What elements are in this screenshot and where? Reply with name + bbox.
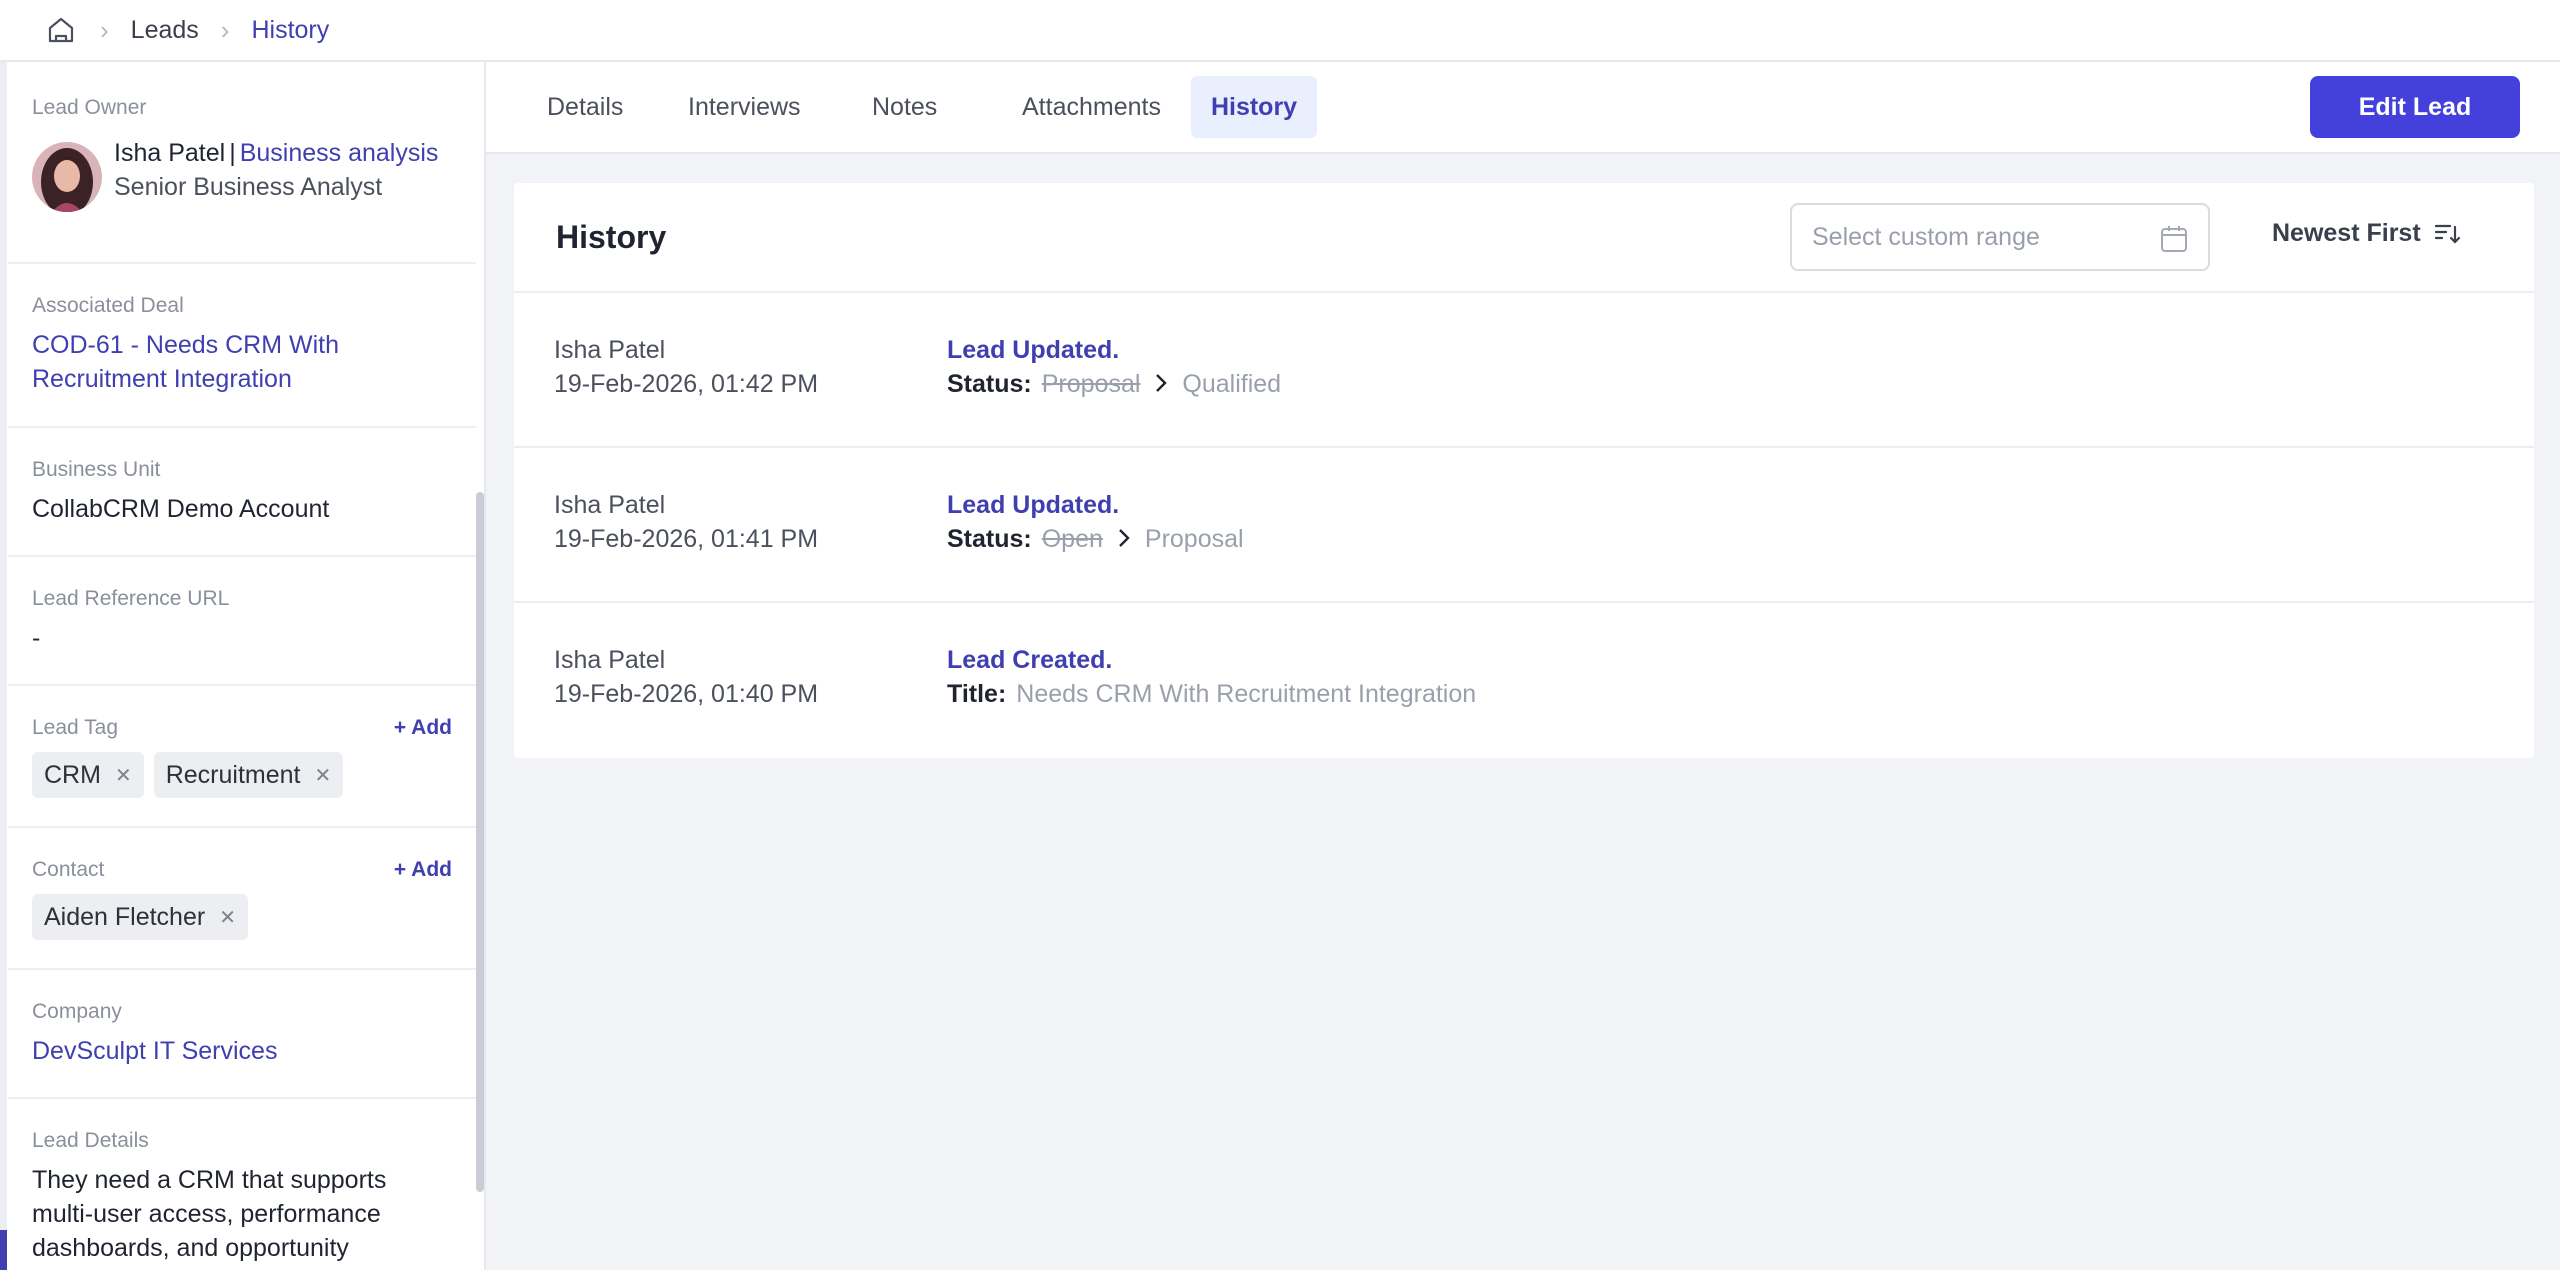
- lead-reference-url-section: Lead Reference URL -: [8, 557, 476, 686]
- avatar: [32, 142, 102, 212]
- sidebar-edge: [0, 62, 7, 1270]
- tab-attachments[interactable]: Attachments: [1002, 76, 1181, 138]
- entry-action: Lead Created.: [947, 646, 1113, 674]
- chevron-right-icon: ›: [100, 14, 109, 45]
- close-icon[interactable]: ✕: [314, 763, 331, 788]
- add-lead-tag-button[interactable]: + Add: [394, 716, 452, 740]
- breadcrumb: › Leads › History: [0, 0, 2560, 62]
- entry-timestamp: 19-Feb-2026, 01:41 PM: [554, 525, 819, 553]
- edit-lead-button[interactable]: Edit Lead: [2310, 76, 2520, 138]
- tab-interviews[interactable]: Interviews: [668, 76, 821, 138]
- entry-new-value: Proposal: [1144, 525, 1244, 553]
- lead-owner-label: Lead Owner: [32, 96, 147, 119]
- tabs-bar: Details Interviews Notes Attachments His…: [486, 62, 2560, 154]
- lead-tag-section: Lead Tag + Add CRM ✕ Recruitment ✕: [8, 686, 476, 828]
- entry-action: Lead Updated.: [947, 336, 1120, 364]
- lead-reference-url-label: Lead Reference URL: [32, 587, 230, 610]
- contact-chip: Aiden Fletcher ✕: [32, 894, 248, 940]
- entry-field: Title:: [947, 680, 1007, 708]
- entry-new-value: Qualified: [1182, 370, 1282, 398]
- company-label: Company: [32, 1000, 122, 1023]
- chevron-right-icon: [1154, 368, 1168, 402]
- sort-label: Newest First: [2272, 219, 2421, 247]
- entry-action: Lead Updated.: [947, 491, 1120, 519]
- lead-details-section: Lead Details They need a CRM that suppor…: [8, 1099, 476, 1270]
- entry-timestamp: 19-Feb-2026, 01:42 PM: [554, 370, 819, 398]
- lead-reference-url-value: -: [32, 624, 41, 652]
- entry-old-value: Open: [1041, 525, 1103, 553]
- entry-timestamp: 19-Feb-2026, 01:40 PM: [554, 680, 819, 708]
- business-unit-section: Business Unit CollabCRM Demo Account: [8, 428, 476, 557]
- owner-role: Senior Business Analyst: [114, 173, 383, 201]
- owner-separator: |: [229, 139, 236, 167]
- breadcrumb-history: History: [251, 15, 330, 44]
- history-card-header: History Newest First: [514, 183, 2534, 293]
- history-entry: Isha Patel 19-Feb-2026, 01:42 PM Lead Up…: [514, 293, 2534, 448]
- contact-section: Contact + Add Aiden Fletcher ✕: [8, 828, 476, 970]
- owner-name: Isha Patel: [114, 139, 226, 167]
- entry-user: Isha Patel: [554, 491, 666, 519]
- owner-department-link[interactable]: Business analysis: [240, 139, 439, 167]
- tab-history[interactable]: History: [1191, 76, 1317, 138]
- history-entry: Isha Patel 19-Feb-2026, 01:40 PM Lead Cr…: [514, 603, 2534, 758]
- add-contact-button[interactable]: + Add: [394, 858, 452, 882]
- lead-tag-label: Lead Tag: [32, 716, 119, 739]
- lead-details-label: Lead Details: [32, 1129, 149, 1152]
- sidebar-edge-accent: [0, 1230, 7, 1270]
- associated-deal-section: Associated Deal COD-61 - Needs CRM With …: [8, 264, 476, 428]
- entry-user: Isha Patel: [554, 336, 666, 364]
- entry-field: Status:: [947, 370, 1032, 398]
- tab-details[interactable]: Details: [527, 76, 643, 138]
- entry-field: Status:: [947, 525, 1032, 553]
- chevron-right-icon: ›: [220, 14, 230, 45]
- breadcrumb-leads[interactable]: Leads: [131, 16, 199, 45]
- associated-deal-label: Associated Deal: [32, 294, 184, 317]
- tag-chip-recruitment: Recruitment ✕: [153, 752, 344, 798]
- lead-sidebar: Lead Owner Isha Patel | Business analysis …: [0, 62, 486, 1270]
- sort-descending-icon: [2434, 224, 2460, 244]
- tag-chip-label: Recruitment: [165, 760, 301, 789]
- business-unit-value: CollabCRM Demo Account: [32, 495, 330, 523]
- lead-details-value: They need a CRM that supports multi-user…: [32, 1166, 387, 1262]
- history-entry: Isha Patel 19-Feb-2026, 01:41 PM Lead Up…: [514, 448, 2534, 603]
- contact-label: Contact: [32, 858, 105, 881]
- date-range-field[interactable]: [1790, 203, 2210, 271]
- chevron-right-icon: [1117, 523, 1131, 557]
- home-icon[interactable]: [44, 13, 78, 47]
- date-range-input[interactable]: [1812, 222, 2142, 252]
- history-title: History: [556, 219, 667, 255]
- contact-chip-label: Aiden Fletcher: [44, 902, 206, 931]
- lead-owner-section: Lead Owner Isha Patel | Business analysis …: [8, 62, 476, 264]
- entry-old-value: Proposal: [1041, 370, 1141, 398]
- close-icon[interactable]: ✕: [219, 905, 236, 930]
- calendar-icon[interactable]: [2158, 223, 2190, 255]
- associated-deal-link[interactable]: COD-61 - Needs CRM With Recruitment Inte…: [32, 328, 452, 396]
- tag-chip-crm: CRM ✕: [32, 752, 144, 798]
- history-card: History Newest First: [514, 183, 2534, 758]
- entry-new-value: Needs CRM With Recruitment Integration: [1016, 680, 1477, 708]
- tab-notes[interactable]: Notes: [852, 76, 957, 138]
- tag-chip-label: CRM: [44, 760, 101, 789]
- sort-button[interactable]: Newest First: [2272, 219, 2461, 248]
- business-unit-label: Business Unit: [32, 458, 161, 481]
- close-icon[interactable]: ✕: [115, 763, 132, 788]
- company-section: Company DevSculpt IT Services: [8, 970, 476, 1099]
- company-link[interactable]: DevSculpt IT Services: [32, 1034, 452, 1068]
- entry-user: Isha Patel: [554, 646, 666, 674]
- sidebar-scrollbar[interactable]: [476, 492, 484, 1192]
